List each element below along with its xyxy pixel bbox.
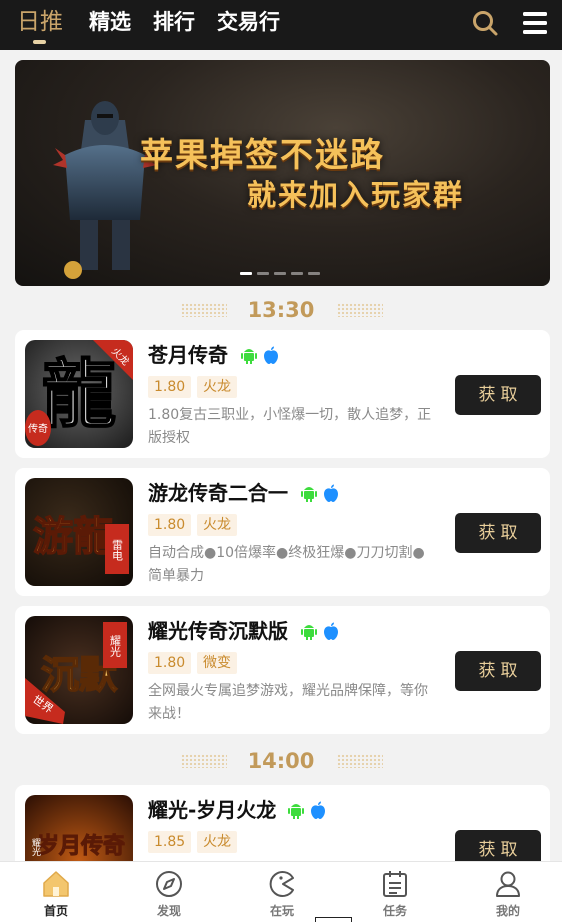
game-logo-art: 沉默 耀光 世界 [25,622,127,724]
android-icon [288,804,304,819]
tabbar-item-tasks[interactable]: 任务 [360,869,430,919]
search-icon [473,11,498,36]
carousel-dot[interactable] [308,272,320,275]
tabbar-label: 我的 [495,904,520,918]
game-card[interactable]: 沉默 耀光 世界 耀光传奇沉默版 1.80 微变 全网最火专属追梦游戏，耀光品牌… [15,606,550,734]
platform-icons [301,484,339,502]
time-divider: 13:30 [0,297,562,323]
thumb-corner-text: 传奇 [28,422,48,435]
warrior-illustration [53,101,157,279]
game-card[interactable]: 游龍 雷电 游龙传奇二合一 1.80 火龙 自动合成●10倍爆率●终极狂爆●刀刀… [15,468,550,596]
carousel-dot[interactable] [240,272,252,275]
game-description: 1.80复古三职业，小怪爆一切，散人追梦，正版授权 [148,407,432,446]
tab-daily-recommend[interactable]: 日推 [17,6,63,38]
pacman-icon [269,871,294,897]
game-card[interactable]: 龍 火龙 传奇 苍月传奇 1.80 火龙 1.80复古三职业，小怪爆一切，散人追… [15,330,550,458]
time-divider: 14:00 [0,748,562,774]
promo-banner[interactable]: 苹果掉签不迷路 就来加入玩家群 [15,60,550,286]
thumb-glyph: 龍 [42,352,116,438]
decor-dots [337,303,383,317]
genre-tag: 火龙 [197,376,237,398]
carousel-dot[interactable] [291,272,303,275]
thumb-glyph: 岁月传奇 [37,833,125,859]
tab-ranking[interactable]: 排行 [153,6,195,38]
version-tag: 1.80 [148,514,192,536]
home-icon [43,871,69,897]
version-tag: 1.85 [148,831,192,853]
thumb-side-text: 雷电 [111,539,124,561]
tab-trading[interactable]: 交易行 [217,6,280,38]
carousel-dot[interactable] [257,272,269,275]
genre-tag: 微变 [197,652,237,674]
tab-featured[interactable]: 精选 [89,6,131,38]
carousel-indicator [240,272,320,275]
thumb-side-text: 耀光 [109,635,122,658]
decor-dots [337,754,383,768]
thumb-side-text: 耀光 [30,838,41,857]
top-nav-bar: 日推 精选 排行 交易行 [0,0,562,50]
game-logo-art: 游龍 雷电 [32,512,129,574]
android-icon [241,349,257,364]
version-tag: 1.80 [148,652,192,674]
get-button[interactable]: 获取 [455,651,541,691]
platform-icons [301,622,339,640]
release-time: 14:00 [247,749,315,773]
tabbar-item-profile[interactable]: 我的 [473,869,543,919]
tabbar-label: 任务 [382,904,407,918]
game-title[interactable]: 游龙传奇二合一 [148,480,288,506]
user-icon [496,871,520,897]
search-button[interactable] [471,9,499,37]
game-title[interactable]: 苍月传奇 [148,342,228,368]
tabbar-item-home[interactable]: 首页 [21,869,91,919]
version-tag: 1.80 [148,376,192,398]
game-thumbnail[interactable]: 游龍 雷电 [25,478,133,586]
tabbar-label: 发现 [156,904,181,918]
bottom-tab-bar: 首页 发现 在玩 任务 我的 [0,861,562,922]
android-icon [301,487,317,502]
menu-button[interactable] [521,9,549,37]
get-button[interactable]: 获取 [455,513,541,553]
apple-icon [324,622,338,640]
game-thumbnail[interactable]: 沉默 耀光 世界 [25,616,133,724]
game-thumbnail[interactable]: 龍 火龙 传奇 [25,340,133,448]
genre-tag: 火龙 [197,514,237,536]
thumb-glyph: 游龍 [33,513,113,560]
get-button[interactable]: 获取 [455,375,541,415]
apple-icon [264,346,278,364]
tabbar-item-discover[interactable]: 发现 [134,869,204,919]
genre-tag: 火龙 [197,831,237,853]
android-icon [301,625,317,640]
compass-icon [156,871,182,897]
menu-icon [523,12,547,34]
apple-icon [324,484,338,502]
tabbar-item-playing[interactable]: 在玩 [247,869,317,919]
tabbar-label: 首页 [43,904,68,918]
game-title[interactable]: 耀光-岁月火龙 [148,797,276,823]
carousel-dot[interactable] [274,272,286,275]
tabbar-label: 在玩 [269,904,294,918]
home-indicator [315,917,352,922]
game-description: 全网最火专属追梦游戏，耀光品牌保障，等你来战！ [148,683,428,722]
apple-icon [311,801,325,819]
release-time: 13:30 [247,298,315,322]
game-title[interactable]: 耀光传奇沉默版 [148,618,288,644]
banner-headline: 苹果掉签不迷路 [140,135,385,174]
active-tab-indicator [33,40,46,44]
game-description: 自动合成●10倍爆率●终极狂爆●刀刀切割●简单暴力 [148,545,425,584]
platform-icons [288,801,326,819]
banner-subheadline: 就来加入玩家群 [247,178,465,212]
calendar-icon [383,871,407,897]
game-logo-art: 龍 火龙 传奇 [25,340,133,446]
platform-icons [241,346,279,364]
